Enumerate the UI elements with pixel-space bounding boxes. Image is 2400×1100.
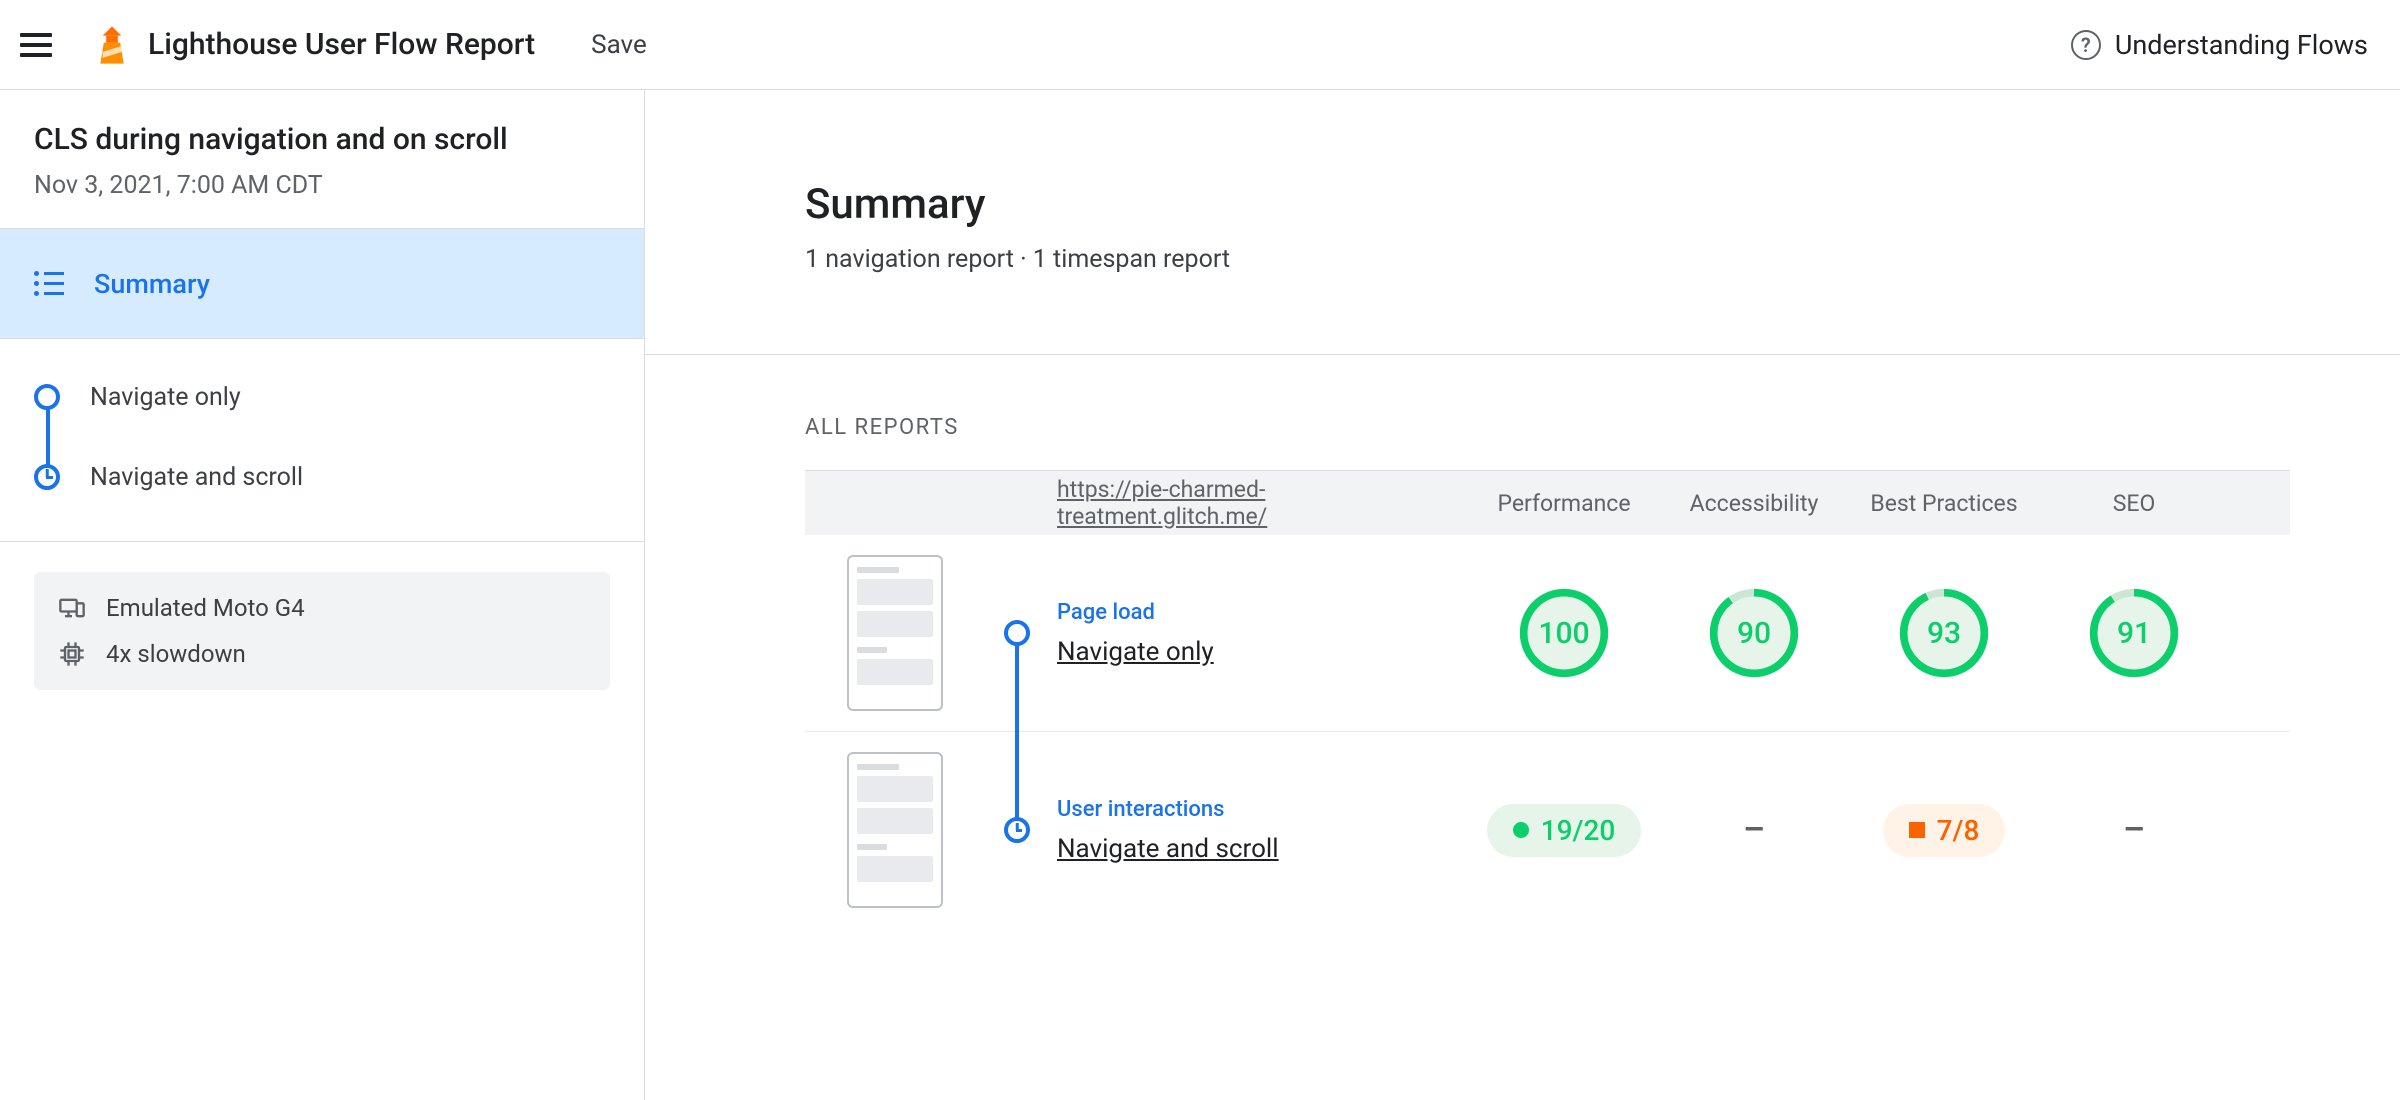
env-throttle: 4x slowdown xyxy=(58,640,586,668)
score-gauge[interactable]: 91 xyxy=(2086,585,2182,681)
all-reports-section: ALL REPORTS https://pie-charmed-treatmen… xyxy=(645,355,2400,928)
score-value: 90 xyxy=(1706,585,1802,681)
circle-marker-icon xyxy=(34,384,60,410)
row-connector xyxy=(1015,633,1019,823)
score-value: 100 xyxy=(1516,585,1612,681)
sidebar-steps: Navigate only Navigate and scroll xyxy=(0,339,644,542)
dash-placeholder: – xyxy=(1659,810,1849,850)
score-gauge[interactable]: 93 xyxy=(1896,585,1992,681)
app-title: Lighthouse User Flow Report xyxy=(148,27,535,62)
hamburger-icon[interactable] xyxy=(20,27,56,63)
screenshot-thumbnail[interactable] xyxy=(847,555,943,711)
section-label: ALL REPORTS xyxy=(805,415,2290,440)
hero: Summary 1 navigation report · 1 timespan… xyxy=(645,90,2400,355)
sidebar-item-summary[interactable]: Summary xyxy=(0,229,644,339)
dot-icon xyxy=(1513,822,1529,838)
sidebar: CLS during navigation and on scroll Nov … xyxy=(0,90,645,1100)
pill-text: 19/20 xyxy=(1541,814,1616,847)
flow-header: CLS during navigation and on scroll Nov … xyxy=(0,90,644,229)
col-performance: Performance xyxy=(1469,490,1659,517)
env-device: Emulated Moto G4 xyxy=(58,594,586,622)
report-row: User interactions Navigate and scroll 19… xyxy=(805,731,2290,928)
understanding-flows-link[interactable]: ? Understanding Flows xyxy=(2071,29,2368,61)
hero-subtitle: 1 navigation report · 1 timespan report xyxy=(805,245,2400,274)
environment-box: Emulated Moto G4 4x slowdown xyxy=(34,572,610,690)
report-row: Page load Navigate only 100 90 93 xyxy=(805,535,2290,731)
col-best-practices: Best Practices xyxy=(1849,490,2039,517)
circle-marker-icon xyxy=(1004,620,1030,646)
flow-date: Nov 3, 2021, 7:00 AM CDT xyxy=(34,171,610,200)
col-accessibility: Accessibility xyxy=(1659,490,1849,517)
report-url-link[interactable]: https://pie-charmed-treatment.glitch.me/ xyxy=(1049,476,1469,530)
score-gauge[interactable]: 90 xyxy=(1706,585,1802,681)
square-icon xyxy=(1909,822,1925,838)
score-value: 93 xyxy=(1896,585,1992,681)
step-label: Navigate and scroll xyxy=(90,463,303,492)
sidebar-step-navigate-only[interactable]: Navigate only xyxy=(34,369,610,425)
help-label: Understanding Flows xyxy=(2115,29,2368,61)
row-kind-label: Page load xyxy=(1057,600,1469,625)
score-gauge[interactable]: 100 xyxy=(1516,585,1612,681)
dash-placeholder: – xyxy=(2039,810,2229,850)
page-title: Summary xyxy=(805,180,2400,229)
row-name-link[interactable]: Navigate only xyxy=(1057,637,1469,667)
screenshot-thumbnail[interactable] xyxy=(847,752,943,908)
score-value: 91 xyxy=(2086,585,2182,681)
sidebar-item-label: Summary xyxy=(94,268,210,300)
col-seo: SEO xyxy=(2039,490,2229,517)
score-pill[interactable]: 7/8 xyxy=(1883,804,2006,857)
main-content: Summary 1 navigation report · 1 timespan… xyxy=(645,90,2400,1100)
sidebar-step-navigate-and-scroll[interactable]: Navigate and scroll xyxy=(34,449,610,505)
clock-marker-icon xyxy=(1004,817,1030,843)
devices-icon xyxy=(58,594,86,622)
pill-text: 7/8 xyxy=(1937,814,1980,847)
reports-table-header: https://pie-charmed-treatment.glitch.me/… xyxy=(805,471,2290,535)
flow-title: CLS during navigation and on scroll xyxy=(34,122,610,157)
cpu-icon xyxy=(58,640,86,668)
env-throttle-label: 4x slowdown xyxy=(106,640,246,668)
clock-marker-icon xyxy=(34,464,60,490)
score-pill[interactable]: 19/20 xyxy=(1487,804,1642,857)
save-button[interactable]: Save xyxy=(591,30,647,60)
lighthouse-logo-icon xyxy=(98,26,126,64)
step-label: Navigate only xyxy=(90,383,241,412)
row-name-link[interactable]: Navigate and scroll xyxy=(1057,834,1469,864)
help-icon: ? xyxy=(2071,30,2101,60)
env-device-label: Emulated Moto G4 xyxy=(106,594,305,622)
top-bar: Lighthouse User Flow Report Save ? Under… xyxy=(0,0,2400,90)
row-kind-label: User interactions xyxy=(1057,797,1469,822)
list-icon xyxy=(34,272,64,296)
